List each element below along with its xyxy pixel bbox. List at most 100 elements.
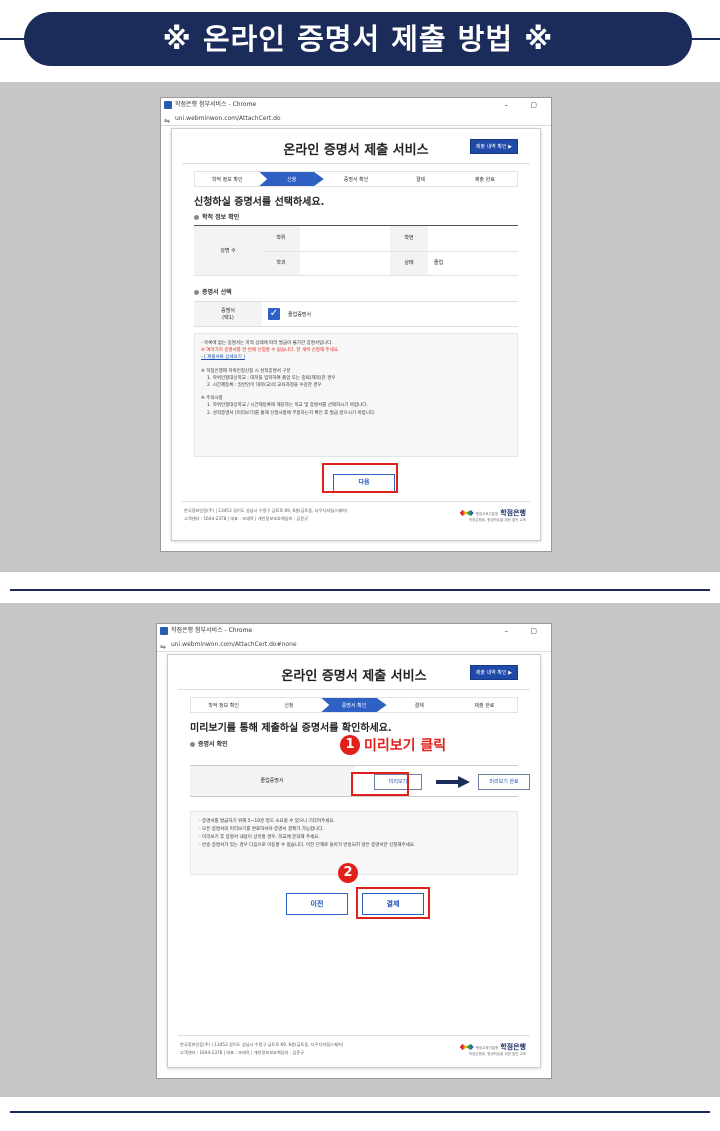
step-2-active: 신청 (259, 172, 324, 186)
preview-done-button[interactable]: 미리보기 완료 (478, 774, 530, 790)
step-1: 학적 정보 확인 (211, 177, 243, 183)
cert-select-label: 증명서 (택1) (194, 302, 262, 326)
page-heading: 미리보기를 통해 제출하실 증명서를 확인하세요. (190, 723, 392, 734)
window-titlebar: 학점은행 첨부서비스 - Chrome – ▢ (161, 98, 551, 112)
section-confirm-title: 증명서 확인 (190, 739, 228, 748)
logo-mark-icon (459, 1044, 474, 1050)
footer-line: 한국정보인증(주) | 13453 경기도 성남시 수정구 금토로 69, 6층… (180, 1042, 344, 1047)
service-page: 온라인 증명서 제출 서비스 제출 내역 확인 ▶ 학적 정보 확인 신청 증명… (167, 654, 541, 1068)
info-row-header: 성명 수 (194, 226, 262, 276)
bullet-icon (194, 290, 199, 295)
screenshot-panel-2: 학점은행 첨부서비스 - Chrome – ▢ ⇋ uni.webminwon.… (0, 603, 720, 1097)
step-1: 학적 정보 확인 (208, 703, 239, 709)
notice-line: - 반송 증명서가 있는 경우 다음으로 이동할 수 없습니다. 이전 단계로 … (199, 843, 416, 848)
cert-label-line1: 증명서 (221, 308, 235, 314)
notice-box: - 목록에 없는 증명서는 학적 상태에 따라 발급이 불가한 증명서입니다. … (194, 333, 518, 457)
divider (182, 163, 530, 164)
detail-docs-link[interactable]: - [ 제출서류 상세보기 ] (201, 354, 511, 361)
notice-line: ※ 학점은행제 학위인정신청 시 성적증명서 구분 (201, 368, 291, 374)
highlight-box (322, 463, 398, 493)
history-button[interactable]: 제출 내역 확인 ▶ (469, 665, 518, 680)
address-bar[interactable]: ⇋ uni.webminwon.com/AttachCert.do#none (157, 638, 551, 652)
notice-line: 2. 시간제등록 : 일반인이 대학(교)의 교육과정을 수강한 경우 (207, 383, 322, 389)
url-text[interactable]: uni.webminwon.com/AttachCert.do#none (171, 641, 297, 648)
window-titlebar: 학점은행 첨부서비스 - Chrome – ▢ (157, 624, 551, 638)
row-divider (262, 251, 518, 252)
service-page: 온라인 증명서 제출 서비스 제출 내역 확인 ▶ 학적 정보 확인 신청 증명… (171, 128, 541, 541)
step-3: 증명서 확인 (343, 177, 369, 183)
label-student-id: 학번 (390, 226, 428, 251)
student-info-table: 성명 수 학위 학번 학과 상태 졸업 (194, 225, 518, 276)
logo-gov: 평생교육진흥원 (475, 1046, 499, 1050)
site-info-icon[interactable]: ⇋ (164, 114, 170, 128)
footer-text: 한국정보인증(주) | 13453 경기도 성남시 수정구 금토로 69, 6층… (184, 507, 347, 523)
arrow-shaft (436, 780, 460, 784)
logo-subtitle: 학점은행제, 평생학습을 위한 열린 교육 (468, 518, 526, 522)
bullet-icon (194, 215, 199, 220)
history-button[interactable]: 제출 내역 확인 ▶ (469, 139, 518, 154)
prev-button[interactable]: 이전 (286, 893, 348, 915)
highlight-box (356, 887, 430, 919)
label-major: 학과 (262, 251, 300, 276)
cb-logo: 평생교육진흥원 학점은행 학점은행제, 평생학습을 위한 열린 교육 (459, 508, 526, 523)
header-title: ※ 온라인 증명서 제출 방법 ※ (24, 12, 692, 66)
notice-line: - 목록에 없는 증명서는 학적 상태에 따라 발급이 불가한 증명서입니다. (201, 341, 333, 346)
section-info-label: 학적 정보 확인 (202, 214, 240, 221)
notice-line: 1. 학위인정대상학교 : 대학을 입학하여 졸업 또는 중퇴(제적)한 경우 (207, 375, 336, 381)
section-cert-label: 증명서 선택 (202, 289, 232, 296)
window-controls[interactable]: – ▢ (505, 98, 547, 112)
step-4: 결제 (415, 177, 426, 183)
chrome-app-icon (164, 101, 172, 109)
label-degree: 학위 (262, 226, 300, 251)
notice-line: 1. 학위인정대상학교 / 시간제등록에 해당하는 학교 및 증명서를 선택하시… (207, 403, 368, 409)
cb-logo: 평생교육진흥원 학점은행 학점은행제, 평생학습을 위한 열린 교육 (459, 1042, 526, 1057)
step-indicator: 학적 정보 확인 신청 증명서 확인 결제 제출 완료 (194, 171, 518, 187)
footer-line: 고객센터 : 1644-2378 | 대표 : 조태묵 | 개인정보보호책임자 … (184, 516, 309, 521)
logo-subtitle: 학점은행제, 평생학습을 위한 열린 교육 (468, 1052, 526, 1056)
row-divider (194, 275, 518, 276)
arrow-head (458, 776, 470, 788)
value-status: 졸업 (434, 260, 444, 266)
cert-option-name[interactable]: 졸업증명서 (288, 311, 311, 318)
site-info-icon[interactable]: ⇋ (160, 640, 166, 654)
header-banner: ※ 온라인 증명서 제출 방법 ※ (0, 0, 720, 78)
footer-line: 고객센터 : 1644-2378 | 대표 : 조태묵 | 개인정보보호책임자 … (180, 1050, 305, 1055)
window-title: 학점은행 첨부서비스 - Chrome (171, 627, 253, 634)
notice-line: 2. 성적증명서 [미리보기]를 통해 신청사항에 부합하는지 확인 후 발급 … (207, 410, 376, 416)
screenshot-panel-1: 학점은행 첨부서비스 - Chrome – ▢ ⇋ uni.webminwon.… (0, 82, 720, 572)
cert-checkbox[interactable]: ✓ (268, 308, 280, 320)
logo-mark-icon (459, 510, 474, 516)
cert-select-table: 증명서 (택1) ✓ 졸업증명서 (194, 301, 518, 327)
section-info-title: 학적 정보 확인 (194, 212, 239, 221)
footer-divider (178, 1035, 530, 1036)
logo-name: 학점은행 (500, 1043, 526, 1051)
url-text[interactable]: uni.webminwon.com/AttachCert.do (175, 115, 281, 122)
notice-line: - 증명서를 발급하기 위해 5~10분 정도 소요될 수 있으니 기다려주세요… (199, 819, 335, 824)
step-marker-1: 1 (340, 735, 360, 755)
step-5: 제출 완료 (474, 703, 495, 709)
label-status: 상태 (390, 251, 428, 276)
browser-window-1: 학점은행 첨부서비스 - Chrome – ▢ ⇋ uni.webminwon.… (160, 97, 552, 552)
logo-gov: 평생교육진흥원 (475, 512, 499, 516)
notice-line: ※ 주의사항 (201, 396, 223, 402)
address-bar[interactable]: ⇋ uni.webminwon.com/AttachCert.do (161, 112, 551, 126)
window-title: 학점은행 첨부서비스 - Chrome (175, 101, 257, 108)
highlight-box (351, 772, 409, 796)
arrow-right-icon (436, 776, 470, 788)
step-3-active: 증명서 확인 (321, 698, 387, 712)
chrome-app-icon (160, 627, 168, 635)
step-4: 결제 (414, 703, 424, 709)
browser-window-2: 학점은행 첨부서비스 - Chrome – ▢ ⇋ uni.webminwon.… (156, 623, 552, 1079)
section-confirm-label: 증명서 확인 (198, 741, 228, 748)
step-2: 신청 (284, 703, 294, 709)
section-separator (10, 589, 710, 591)
window-controls[interactable]: – ▢ (505, 624, 547, 638)
section-cert-title: 증명서 선택 (194, 287, 232, 296)
footer-text: 한국정보인증(주) | 13453 경기도 성남시 수정구 금토로 69, 6층… (180, 1041, 343, 1057)
notice-line: - 미리보기 후 증명서 내용이 상이할 경우, 학교에 문의해 주세요. (199, 835, 320, 840)
bullet-icon (190, 742, 195, 747)
step-indicator: 학적 정보 확인 신청 증명서 확인 결제 제출 완료 (190, 697, 518, 713)
cert-label-line2: (택1) (222, 315, 234, 321)
step-5: 제출 완료 (474, 177, 495, 183)
section-separator (10, 1111, 710, 1113)
